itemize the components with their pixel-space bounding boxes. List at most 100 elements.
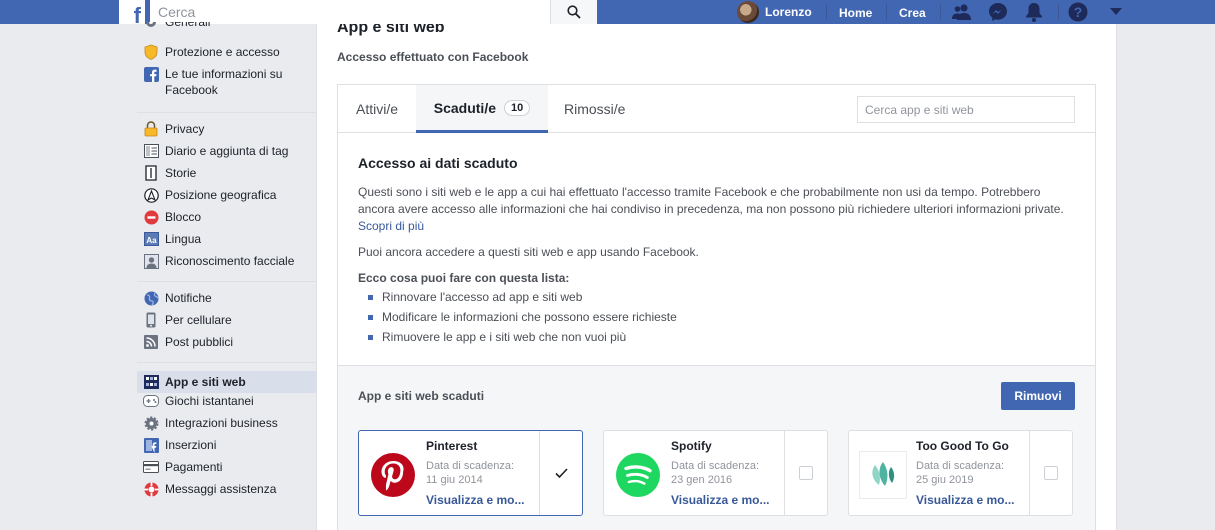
tab-label: Attivi/e — [355, 101, 398, 117]
view-edit-link[interactable]: Visualizza e mo... — [671, 493, 769, 507]
create-link[interactable]: Crea — [899, 6, 926, 20]
sidebar-item-label: Riconoscimento facciale — [165, 254, 295, 268]
sidebar-item-business-integrations[interactable]: Integrazioni business — [137, 415, 317, 437]
page-subtitle: Accesso effettuato con Facebook — [337, 50, 529, 64]
home-link[interactable]: Home — [839, 6, 872, 20]
avatar — [737, 1, 759, 23]
sidebar-item-label: Generali — [165, 22, 211, 29]
sidebar-item-language[interactable]: Aa Lingua — [137, 231, 317, 253]
info-paragraph: Questi sono i siti web e le app a cui ha… — [358, 184, 1078, 235]
list-item: Rimuovere le app e i siti web che non vu… — [368, 330, 626, 344]
sidebar-item-security[interactable]: Protezione e accesso — [137, 44, 317, 66]
info-list-heading: Ecco cosa puoi fare con questa lista: — [358, 271, 570, 285]
globe-icon — [143, 290, 159, 306]
sidebar-item-generali[interactable]: Generali — [137, 22, 317, 30]
help-icon[interactable]: ? — [1068, 2, 1088, 22]
remove-button[interactable]: Rimuovi — [1001, 382, 1075, 410]
card-icon — [143, 459, 159, 475]
section-title: App e siti web scaduti — [358, 389, 485, 403]
card-divider — [1029, 431, 1030, 515]
sidebar-divider — [137, 362, 317, 363]
facebook-logo-icon[interactable]: f — [119, 0, 145, 24]
expiry-label: Data di scadenza: — [671, 460, 760, 472]
sidebar-item-apps[interactable]: App e siti web — [137, 371, 317, 393]
sidebar-item-privacy[interactable]: Privacy — [137, 121, 317, 143]
expiry-date: 11 giu 2014 — [426, 474, 483, 486]
sidebar-item-location[interactable]: Posizione geografica — [137, 187, 317, 209]
sidebar-item-stories[interactable]: Storie — [137, 165, 317, 187]
sidebar-item-blocking[interactable]: Blocco — [137, 209, 317, 231]
info-text: Questi sono i siti web e le app a cui ha… — [358, 185, 1064, 216]
friend-requests-icon[interactable] — [952, 2, 972, 22]
tab-active[interactable]: Attivi/e — [338, 85, 416, 133]
sidebar-item-timeline[interactable]: Diario e aggiunta di tag — [137, 143, 317, 165]
sidebar-item-label: Posizione geografica — [165, 188, 277, 202]
sidebar-item-label: Diario e aggiunta di tag — [165, 144, 289, 158]
gear-icon — [143, 22, 159, 30]
tab-expired[interactable]: Scaduti/e 10 — [416, 85, 548, 133]
too-good-to-go-logo-icon — [859, 451, 907, 499]
nav-divider — [826, 4, 827, 20]
sidebar-item-payments[interactable]: Pagamenti — [137, 459, 317, 481]
sidebar-item-notifications[interactable]: Notifiche — [137, 290, 317, 312]
messenger-icon[interactable] — [988, 2, 1008, 22]
sidebar-item-support-inbox[interactable]: Messaggi assistenza — [137, 481, 317, 503]
select-checkbox[interactable] — [1044, 466, 1058, 480]
pinterest-logo-icon — [369, 451, 417, 499]
card-divider — [784, 431, 785, 515]
sidebar-item-label: Messaggi assistenza — [165, 482, 277, 496]
expiry-date: 23 gen 2016 — [671, 474, 733, 486]
chevron-down-icon[interactable] — [1106, 2, 1126, 22]
expiry-date: 25 giu 2019 — [916, 474, 974, 486]
timeline-icon — [143, 143, 159, 159]
sidebar-item-your-info[interactable]: Le tue informazioni su Facebook — [137, 66, 317, 106]
search-button[interactable] — [550, 0, 597, 24]
sidebar-item-face-recognition[interactable]: Riconoscimento facciale — [137, 253, 317, 275]
language-icon: Aa — [143, 231, 159, 247]
tab-label: Scaduti/e — [433, 99, 496, 116]
app-name: Pinterest — [426, 439, 478, 453]
settings-sidebar: Generali Protezione e accesso Le tue inf… — [137, 22, 317, 503]
sidebar-item-label: App e siti web — [165, 375, 246, 389]
sidebar-divider — [137, 281, 317, 282]
tab-removed[interactable]: Rimossi/e — [564, 85, 625, 133]
app-card-spotify[interactable]: Spotify Data di scadenza: 23 gen 2016 Vis… — [603, 430, 828, 516]
apps-search-input[interactable] — [857, 96, 1075, 123]
select-checkbox[interactable] — [554, 466, 568, 480]
view-edit-link[interactable]: Visualizza e mo... — [916, 493, 1014, 507]
count-badge: 10 — [504, 99, 531, 116]
lifebuoy-icon — [143, 481, 159, 497]
nav-divider — [1058, 4, 1059, 20]
lock-icon — [143, 121, 159, 137]
expired-info: Accesso ai dati scaduto Questi sono i si… — [358, 155, 1078, 344]
list-item: Rinnovare l'accesso ad app e siti web — [368, 290, 582, 304]
block-icon — [143, 209, 159, 225]
checkmark-icon — [554, 467, 568, 478]
learn-more-link[interactable]: Scopri di più — [358, 219, 424, 233]
notifications-icon[interactable] — [1024, 2, 1044, 22]
sidebar-item-label: Per cellulare — [165, 313, 232, 327]
location-icon — [143, 187, 159, 203]
select-checkbox[interactable] — [799, 466, 813, 480]
app-card-pinterest[interactable]: Pinterest Data di scadenza: 11 giu 2014 V… — [358, 430, 583, 516]
sidebar-item-label: Blocco — [165, 210, 202, 224]
book-icon — [143, 165, 159, 181]
sidebar-item-instant-games[interactable]: Giochi istantanei — [137, 393, 317, 415]
profile-link[interactable]: Lorenzo — [737, 0, 812, 24]
sidebar-item-label: Protezione e accesso — [165, 45, 280, 59]
tab-bar: Attivi/e Scaduti/e 10 Rimossi/e — [338, 85, 1095, 133]
sidebar-item-ads[interactable]: Inserzioni — [137, 437, 317, 459]
app-card-too-good-to-go[interactable]: Too Good To Go Data di scadenza: 25 giu 2… — [848, 430, 1073, 516]
search-input[interactable] — [150, 0, 550, 24]
sidebar-item-label: Privacy — [165, 122, 205, 136]
sidebar-item-public-posts[interactable]: Post pubblici — [137, 334, 317, 356]
sidebar-item-mobile[interactable]: Per cellulare — [137, 312, 317, 334]
info-paragraph-2: Puoi ancora accedere a questi siti web e… — [358, 245, 699, 259]
view-edit-link[interactable]: Visualizza e mo... — [426, 493, 524, 507]
gamepad-icon — [143, 393, 159, 409]
list-item: Modificare le informazioni che possono e… — [368, 310, 677, 324]
mobile-icon — [143, 312, 159, 328]
sidebar-item-label: Integrazioni business — [165, 416, 278, 430]
sidebar-item-label: Pagamenti — [165, 460, 223, 474]
ads-icon — [143, 437, 159, 453]
